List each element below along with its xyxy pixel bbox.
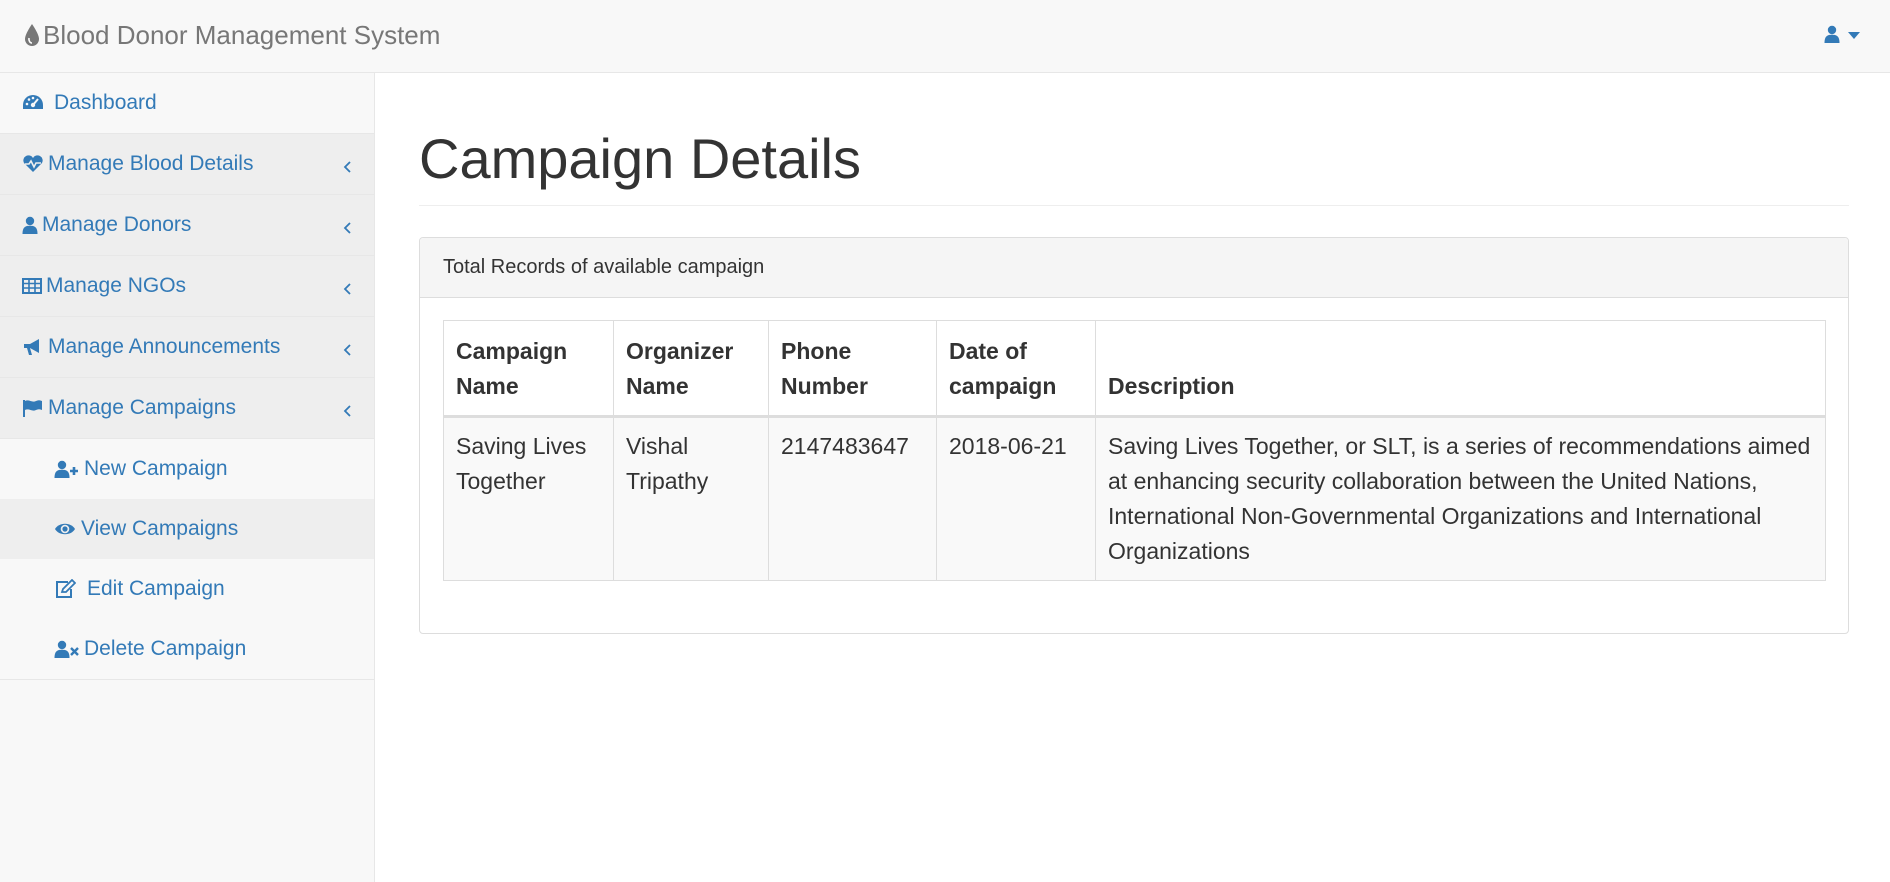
table-cell: Saving Lives Together <box>443 416 614 581</box>
top-navbar: Blood Donor Management System <box>0 0 1890 73</box>
title-divider <box>419 205 1849 206</box>
table-cell: Saving Lives Together, or SLT, is a seri… <box>1095 416 1826 581</box>
sidebar-item-manage-blood-details[interactable]: Manage Blood Details <box>0 134 374 195</box>
bullhorn-icon <box>22 337 48 357</box>
campaign-table: Campaign Name Organizer Name Phone Numbe… <box>443 320 1826 581</box>
chevron-left-icon <box>342 339 352 356</box>
sidebar-item-manage-announcements[interactable]: Manage Announcements <box>0 317 374 378</box>
table-cell: Vishal Tripathy <box>613 416 769 581</box>
chevron-left-icon <box>342 217 352 234</box>
table-header-row: Campaign Name Organizer Name Phone Numbe… <box>443 320 1826 418</box>
sidebar-item-label: Manage NGOs <box>46 274 187 297</box>
sidebar-item-edit-campaign[interactable]: Edit Campaign <box>0 559 374 619</box>
edit-icon <box>54 579 87 599</box>
brand-link[interactable]: Blood Donor Management System <box>24 18 440 52</box>
sidebar-item-label: New Campaign <box>84 457 228 480</box>
dashboard-icon <box>22 93 48 113</box>
panel-heading: Total Records of available campaign <box>420 238 1848 298</box>
eye-icon <box>54 519 81 539</box>
column-header: Date of campaign <box>936 320 1096 418</box>
sidebar-item-label: Edit Campaign <box>87 577 225 600</box>
sidebar-item-label: Manage Donors <box>42 213 192 236</box>
caret-down-icon <box>1848 27 1860 45</box>
sidebar-item-dashboard[interactable]: Dashboard <box>0 73 374 134</box>
sidebar-item-new-campaign[interactable]: New Campaign <box>0 439 374 499</box>
user-times-icon <box>54 639 84 659</box>
column-header: Organizer Name <box>613 320 769 418</box>
sidebar-item-manage-ngos[interactable]: Manage NGOs <box>0 256 374 317</box>
user-icon <box>1824 25 1840 48</box>
user-plus-icon <box>54 459 84 479</box>
sidebar-item-view-campaigns[interactable]: View Campaigns <box>0 499 374 559</box>
column-header: Campaign Name <box>443 320 614 418</box>
campaign-panel: Total Records of available campaign Camp… <box>419 237 1849 634</box>
sidebar-item-manage-donors[interactable]: Manage Donors <box>0 195 374 256</box>
user-dropdown-toggle[interactable] <box>1824 22 1860 50</box>
chevron-left-icon <box>342 278 352 295</box>
column-header: Description <box>1095 320 1826 418</box>
heartbeat-icon <box>22 154 48 174</box>
sidebar-item-manage-campaigns[interactable]: Manage Campaigns <box>0 378 374 439</box>
sidebar-item-label: Dashboard <box>54 91 157 114</box>
table-row: Saving Lives Together Vishal Tripathy 21… <box>443 416 1826 581</box>
flag-icon <box>22 398 48 418</box>
table-icon <box>22 276 48 296</box>
campaigns-submenu: New Campaign View Campaigns Edit Campaig… <box>0 439 374 680</box>
sidebar-item-label: Manage Campaigns <box>48 396 236 419</box>
blood-drop-icon <box>24 23 40 47</box>
table-cell: 2147483647 <box>768 416 937 581</box>
chevron-left-icon <box>342 400 352 417</box>
sidebar-item-label: Delete Campaign <box>84 637 247 660</box>
brand-title: Blood Donor Management System <box>43 19 441 50</box>
table-cell: 2018-06-21 <box>936 416 1096 581</box>
sidebar-item-label: Manage Blood Details <box>48 152 254 175</box>
sidebar-item-label: View Campaigns <box>81 517 239 540</box>
sidebar: Dashboard Manage Blood Details Manage Do… <box>0 73 375 882</box>
chevron-left-icon <box>342 156 352 173</box>
sidebar-item-label: Manage Announcements <box>48 335 281 358</box>
column-header: Phone Number <box>768 320 937 418</box>
page-title: Campaign Details <box>419 127 861 190</box>
sidebar-item-delete-campaign[interactable]: Delete Campaign <box>0 619 374 679</box>
